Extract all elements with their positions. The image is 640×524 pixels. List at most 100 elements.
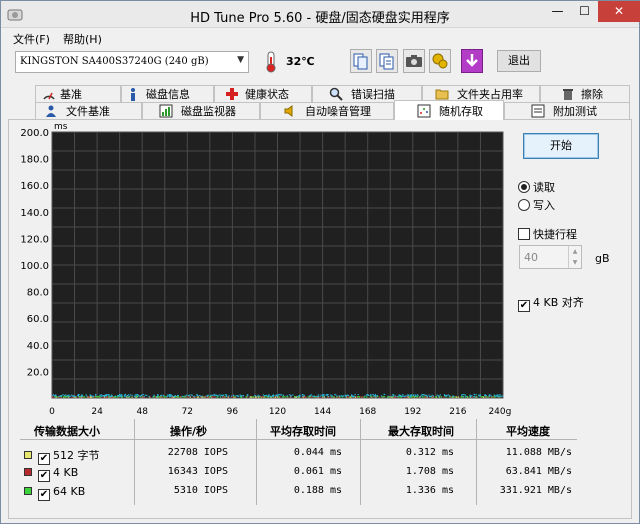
data-point (421, 396, 424, 398)
data-point (320, 394, 322, 396)
data-point (487, 396, 489, 398)
data-point (484, 394, 486, 396)
data-point (160, 396, 162, 398)
table-row[interactable]: ✔ 64 KB (24, 485, 85, 501)
data-point (182, 395, 184, 397)
tab-erase[interactable]: 擦除 (540, 85, 630, 103)
data-point (429, 395, 431, 398)
copy-text-icon (379, 53, 394, 70)
table-row[interactable]: ✔ 512 字节 (24, 447, 100, 465)
data-point (412, 396, 414, 398)
options-icon (432, 53, 448, 69)
data-point (191, 395, 193, 397)
chevron-down-icon: ▼ (237, 55, 244, 65)
drive-select[interactable]: KINGSTON SA400S37240G (240 gB) ▼ (15, 51, 249, 73)
data-point (495, 395, 497, 397)
exit-button[interactable]: 退出 (497, 50, 541, 72)
row-checkbox[interactable]: ✔ (38, 470, 50, 482)
y-tick-label: 140.0 (20, 208, 49, 219)
series-swatch (24, 468, 32, 476)
y-tick-label: 200.0 (20, 128, 49, 139)
row-checkbox[interactable]: ✔ (38, 453, 50, 465)
data-point (475, 394, 477, 396)
data-point (500, 395, 502, 397)
data-point (139, 395, 141, 397)
y-tick-label: 40.0 (27, 341, 49, 352)
row-avg: 0.188 ms (293, 485, 342, 496)
data-point (428, 394, 430, 396)
data-point (440, 396, 443, 398)
data-point (279, 393, 281, 396)
data-point (458, 396, 460, 398)
data-point (188, 395, 190, 397)
menu-help[interactable]: 帮助(H) (63, 31, 102, 47)
row-max: 0.312 ms (405, 447, 454, 458)
data-point (214, 396, 216, 398)
spinner-arrows[interactable]: ▲ ▼ (568, 246, 581, 268)
tab-disk-monitor-label: 磁盘监视器 (181, 105, 236, 118)
tab-benchmark[interactable]: 基准 (35, 85, 121, 103)
menu-file[interactable]: 文件(F) (13, 31, 50, 47)
y-tick-label: 160.0 (20, 181, 49, 192)
trash-icon (563, 89, 573, 100)
start-button[interactable]: 开始 (523, 133, 599, 159)
table-row[interactable]: ✔ 4 KB (24, 466, 78, 482)
data-point (462, 394, 464, 396)
short-stroke-checkbox[interactable]: 快捷行程 (518, 226, 577, 242)
data-point (52, 395, 54, 397)
tab-disk-monitor[interactable]: 磁盘监视器 (142, 102, 260, 120)
row-checkbox[interactable]: ✔ (38, 489, 50, 501)
data-point (370, 394, 372, 396)
file-benchmark-icon (46, 105, 56, 117)
write-radio[interactable]: 写入 (518, 197, 555, 213)
options-button[interactable] (429, 49, 451, 73)
data-point (272, 394, 274, 396)
data-point (168, 395, 170, 397)
data-point (357, 396, 359, 398)
title-bar: HD Tune Pro 5.60 - 硬盘/固态硬盘实用程序 — ☐ ✕ (1, 1, 640, 28)
data-point (277, 394, 279, 396)
data-point (313, 395, 315, 397)
short-stroke-value: 40 (524, 251, 538, 264)
tab-disk-info[interactable]: 磁盘信息 (121, 85, 214, 103)
app-window: HD Tune Pro 5.60 - 硬盘/固态硬盘实用程序 — ☐ ✕ 文件(… (0, 0, 640, 524)
data-point (57, 396, 59, 398)
header-avg-access: 平均存取时间 (270, 425, 336, 438)
data-point (171, 396, 173, 398)
short-stroke-spinner[interactable]: 40 ▲ ▼ (519, 245, 582, 269)
align-4kb-checkbox[interactable]: ✔ 4 KB 对齐 (518, 294, 584, 312)
save-button[interactable] (461, 49, 483, 73)
data-point (144, 394, 147, 396)
data-point (241, 395, 243, 397)
copy-text-button[interactable] (376, 49, 398, 73)
data-point (256, 395, 258, 397)
screenshot-button[interactable] (403, 49, 425, 73)
series-swatch (24, 487, 32, 495)
tab-disk-info-label: 磁盘信息 (146, 88, 190, 101)
header-avg-speed: 平均速度 (506, 425, 550, 438)
col-divider (134, 419, 135, 505)
data-point (285, 396, 287, 398)
menu-bar: 文件(F) 帮助(H) (1, 29, 639, 47)
close-button[interactable]: ✕ (598, 1, 640, 22)
data-point (335, 394, 337, 396)
tab-benchmark-label: 基准 (60, 88, 82, 101)
data-point (153, 394, 155, 396)
header-ops: 操作/秒 (170, 425, 208, 438)
data-point (411, 394, 413, 396)
read-radio[interactable]: 读取 (518, 179, 555, 195)
data-point (354, 393, 356, 396)
tab-random-access[interactable]: 随机存取 (394, 100, 504, 120)
tab-file-benchmark[interactable]: 文件基准 (35, 102, 142, 120)
tab-noise-management[interactable]: 自动噪音管理 (260, 102, 394, 120)
data-point (319, 395, 321, 397)
tab-extra-tests[interactable]: 附加测试 (504, 102, 630, 120)
data-point (330, 395, 332, 397)
maximize-button[interactable]: ☐ (571, 1, 598, 22)
copy-info-button[interactable] (350, 49, 372, 73)
data-point (265, 395, 267, 397)
minimize-button[interactable]: — (544, 1, 571, 22)
data-point (387, 395, 389, 397)
thermometer-icon (266, 51, 276, 73)
tab-health[interactable]: 健康状态 (214, 85, 312, 103)
